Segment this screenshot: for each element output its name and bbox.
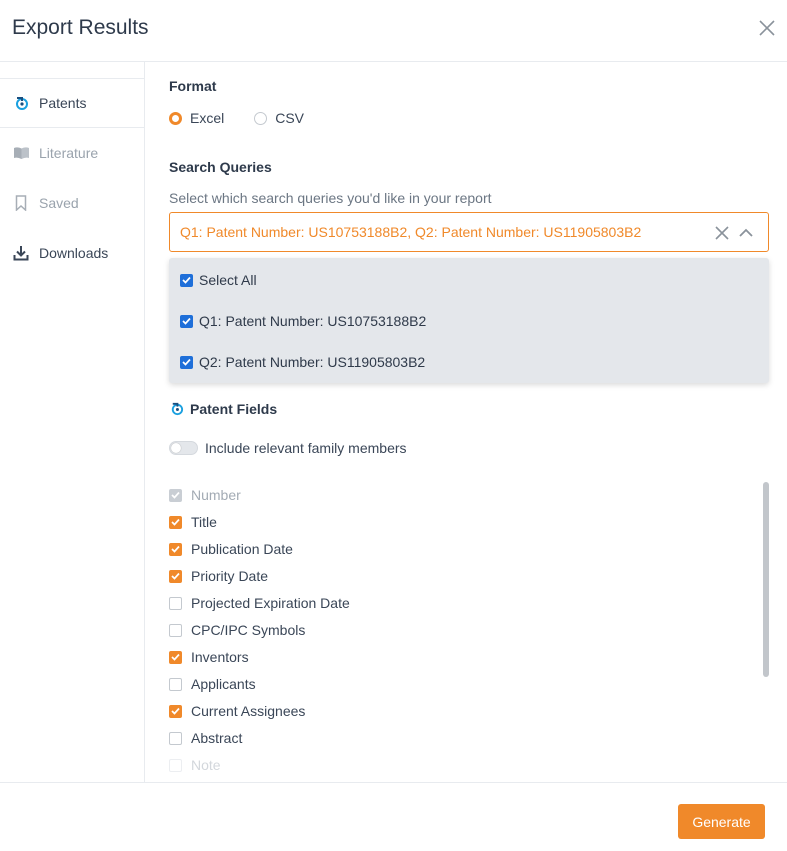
checkbox-unchecked-icon[interactable] (169, 731, 182, 745)
checkbox-checked-icon (169, 488, 182, 502)
checkbox-checked-icon[interactable] (169, 704, 182, 718)
checkbox-checked-icon (180, 355, 193, 369)
checkbox-unchecked-icon[interactable] (169, 623, 182, 637)
checkbox-unchecked-icon[interactable] (169, 677, 182, 691)
checkbox-checked-icon (180, 314, 193, 328)
dialog-title: Export Results (12, 16, 149, 39)
field-publication-date[interactable]: Publication Date (169, 541, 293, 557)
dropdown-option-q2[interactable]: Q2: Patent Number: US11905803B2 (180, 354, 425, 370)
format-label: Format (169, 78, 217, 94)
dialog-header: Export Results (0, 0, 787, 62)
field-applicants[interactable]: Applicants (169, 676, 256, 692)
generate-button[interactable]: Generate (678, 804, 765, 839)
search-queries-select[interactable]: Q1: Patent Number: US10753188B2, Q2: Pat… (169, 212, 769, 252)
search-queries-label: Search Queries (169, 159, 272, 175)
checkbox-checked-icon[interactable] (169, 542, 182, 556)
sidebar-item-label: Saved (39, 195, 79, 211)
csv-radio-label[interactable]: CSV (275, 110, 304, 126)
sidebar: Patents Literature Saved Downloads (0, 62, 145, 782)
patent-icon (169, 401, 185, 417)
family-members-toggle[interactable] (169, 441, 198, 455)
family-members-toggle-row: Include relevant family members (169, 440, 407, 456)
clear-icon[interactable] (714, 225, 730, 241)
sidebar-item-literature[interactable]: Literature (0, 128, 144, 178)
field-inventors[interactable]: Inventors (169, 649, 249, 665)
download-icon (12, 244, 30, 262)
dropdown-option-q1[interactable]: Q1: Patent Number: US10753188B2 (180, 313, 426, 329)
checkbox-checked-icon[interactable] (169, 650, 182, 664)
csv-radio[interactable] (254, 111, 268, 125)
sidebar-item-label: Patents (39, 95, 87, 111)
field-projected-expiration-date[interactable]: Projected Expiration Date (169, 595, 350, 611)
family-members-toggle-label: Include relevant family members (205, 440, 407, 456)
sidebar-item-patents[interactable]: Patents (0, 78, 144, 128)
field-abstract[interactable]: Abstract (169, 730, 242, 746)
checkbox-checked-icon (180, 273, 193, 287)
field-current-assignees[interactable]: Current Assignees (169, 703, 305, 719)
checkbox-checked-icon[interactable] (169, 569, 182, 583)
sidebar-item-label: Literature (39, 145, 99, 161)
format-radio-group: Excel CSV (169, 110, 334, 126)
patent-fields-list: Number Title Publication Date Priority D… (169, 487, 769, 782)
checkbox-unchecked-icon[interactable] (169, 758, 182, 772)
close-icon[interactable] (757, 18, 777, 38)
toggle-knob (171, 443, 181, 453)
field-note[interactable]: Note (169, 757, 221, 773)
sidebar-item-downloads[interactable]: Downloads (0, 228, 144, 278)
book-icon (12, 144, 30, 162)
patent-fields-heading: Patent Fields (169, 401, 277, 417)
excel-radio[interactable] (169, 111, 182, 125)
field-cpc-ipc-symbols[interactable]: CPC/IPC Symbols (169, 622, 305, 638)
dialog-footer: Generate (0, 782, 787, 851)
bookmark-icon (12, 194, 30, 212)
search-queries-dropdown: Select All Q1: Patent Number: US10753188… (169, 258, 769, 383)
sidebar-item-saved[interactable]: Saved (0, 178, 144, 228)
sidebar-item-label: Downloads (39, 245, 109, 261)
search-queries-hint: Select which search queries you'd like i… (169, 190, 492, 206)
chevron-up-icon[interactable] (738, 226, 754, 240)
fields-scrollbar[interactable] (763, 482, 769, 677)
dropdown-option-select-all[interactable]: Select All (180, 272, 257, 288)
search-queries-selected-value: Q1: Patent Number: US10753188B2, Q2: Pat… (180, 224, 642, 240)
field-title[interactable]: Title (169, 514, 217, 530)
checkbox-unchecked-icon[interactable] (169, 596, 182, 610)
patent-icon (12, 94, 30, 112)
checkbox-checked-icon[interactable] (169, 515, 182, 529)
field-number: Number (169, 487, 241, 503)
excel-radio-label[interactable]: Excel (190, 110, 224, 126)
field-priority-date[interactable]: Priority Date (169, 568, 268, 584)
